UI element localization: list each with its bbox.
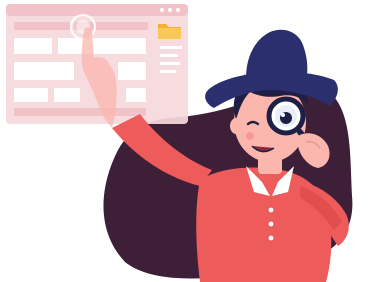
shirt-button xyxy=(268,235,274,241)
detective-illustration xyxy=(6,4,353,282)
content-block xyxy=(58,38,146,54)
content-block xyxy=(14,38,52,54)
content-block xyxy=(118,62,146,80)
dot-icon xyxy=(168,8,172,12)
content-block xyxy=(14,108,146,116)
shirt-button xyxy=(268,207,274,213)
shirt-button xyxy=(268,221,274,227)
sidebar-line xyxy=(160,46,182,49)
ear xyxy=(230,118,242,134)
content-block xyxy=(14,22,70,30)
sidebar-line xyxy=(160,70,176,73)
dot-icon xyxy=(176,8,180,12)
sidebar-line xyxy=(160,54,178,57)
content-block xyxy=(14,88,48,102)
sidebar-line xyxy=(160,62,180,65)
dot-icon xyxy=(160,8,164,12)
cheek xyxy=(246,132,254,140)
content-block xyxy=(126,88,146,102)
content-block xyxy=(14,62,74,80)
content-block xyxy=(54,88,80,102)
